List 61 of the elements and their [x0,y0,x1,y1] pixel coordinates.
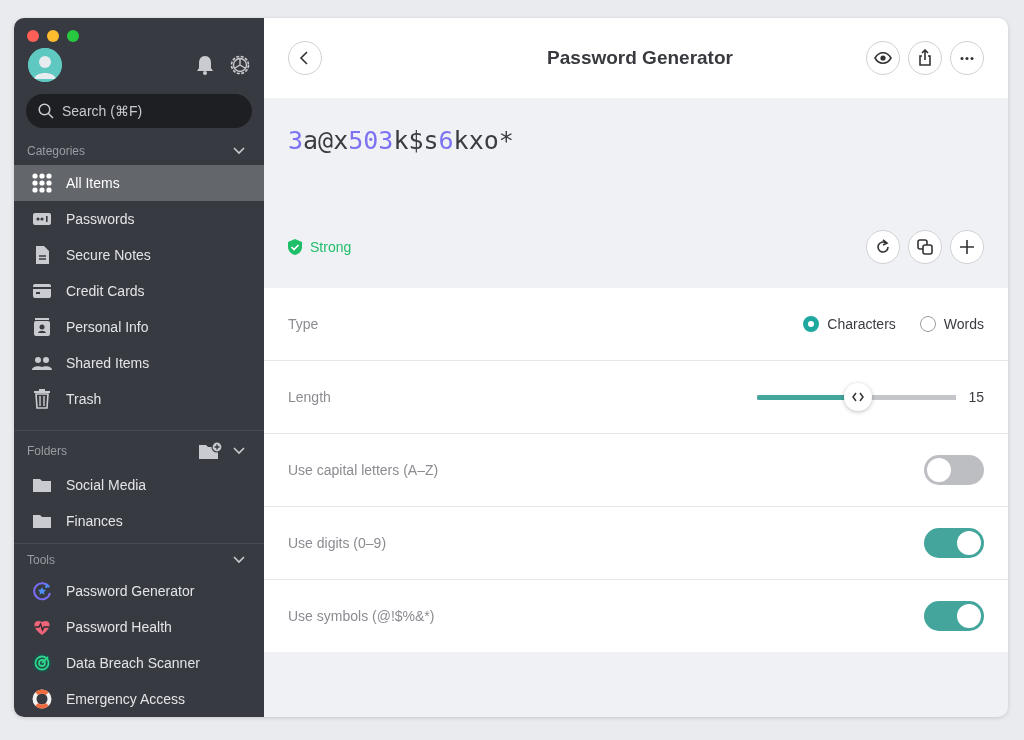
more-icon [960,56,974,60]
sidebar-item[interactable]: Password Generator [14,573,264,609]
setting-label: Use symbols (@!$%&*) [288,608,436,624]
minimize-button[interactable] [47,30,59,42]
search-field[interactable]: Search (⌘F) [26,94,252,128]
sidebar-item[interactable]: Emergency Access [14,681,264,717]
sidebar-item[interactable]: Shared Items [14,344,264,381]
regenerate-button[interactable] [866,230,900,264]
more-button[interactable] [950,41,984,75]
refresh-icon [874,238,892,256]
toggle-switch[interactable] [924,601,984,631]
grid-icon [32,172,52,193]
copy-button[interactable] [908,230,942,264]
radar-icon [32,653,52,673]
id-card-icon [32,316,52,337]
zoom-button[interactable] [67,30,79,42]
eye-icon [874,49,892,67]
settings-icon[interactable] [228,53,252,77]
copy-icon [916,238,934,256]
reveal-button[interactable] [866,41,900,75]
plus-icon [958,238,976,256]
sidebar-item[interactable]: Passwords [14,200,264,237]
toggle-switch[interactable] [924,528,984,558]
add-button[interactable] [950,230,984,264]
section-label: Categories [27,144,87,159]
sidebar-item[interactable]: Personal Info [14,308,264,345]
radio-option[interactable]: Characters [803,316,896,332]
share-button[interactable] [908,41,942,75]
setting-label: Length [288,389,332,405]
avatar[interactable] [28,48,62,82]
sidebar-item[interactable]: All Items [14,164,264,201]
strength-label: Strong [310,239,353,255]
sidebar-item[interactable]: Finances [14,502,264,539]
setting-label: Use digits (0–9) [288,535,388,551]
share-icon [916,49,934,67]
sidebar-item[interactable]: Secure Notes [14,236,264,273]
setting-label: Use capital letters (A–Z) [288,462,440,478]
bell-icon[interactable] [194,54,216,76]
star-refresh-icon [32,581,52,601]
shield-check-icon [288,239,302,255]
radio-option[interactable]: Words [919,316,984,332]
sidebar-item[interactable]: Social Media [14,466,264,503]
generated-password: 3a@x503k$s6kxo* [288,126,515,157]
code-arrows-icon [852,392,865,402]
back-button[interactable] [288,41,322,75]
sidebar-item[interactable]: Trash [14,380,264,417]
sidebar-item[interactable]: Credit Cards [14,272,264,309]
radio-button[interactable] [803,316,820,332]
length-value: 15 [968,389,984,405]
section-label: Tools [27,552,56,567]
section-label: Folders [27,443,68,458]
trash-icon [32,388,52,409]
setting-label: Type [288,316,320,332]
slider-thumb[interactable] [844,383,873,411]
sidebar-item[interactable]: Data Breach Scanner [14,645,264,681]
close-button[interactable] [27,30,39,42]
lifebuoy-icon [32,689,52,709]
add-folder-icon[interactable] [198,440,222,461]
toggle-switch[interactable] [924,455,984,485]
page-title: Password Generator [546,47,734,69]
sidebar-item[interactable]: Password Health [14,609,264,645]
